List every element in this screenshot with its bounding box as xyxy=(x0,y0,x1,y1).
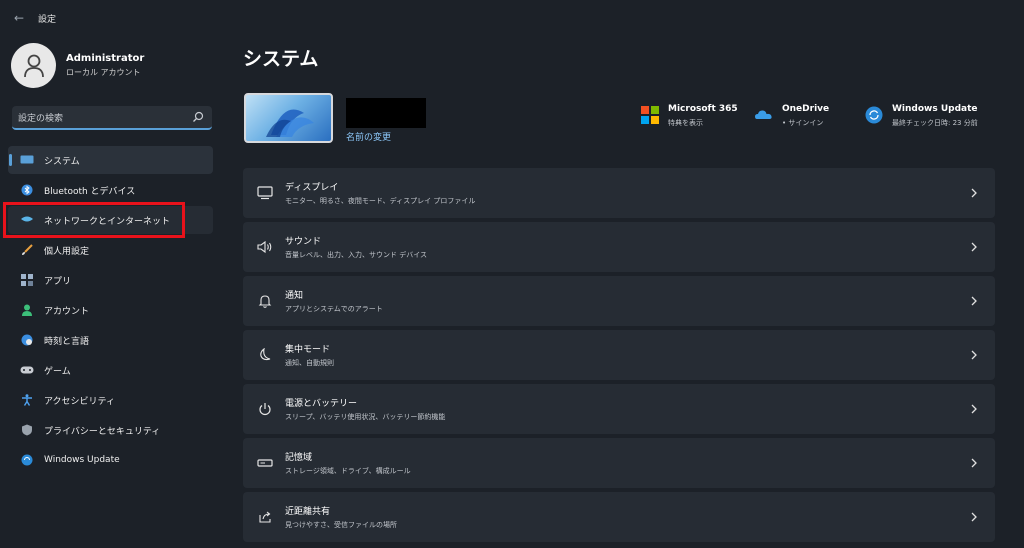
quick-link-title: Microsoft 365 xyxy=(668,104,738,114)
card-focus-assist[interactable]: 集中モード 通知、自動規則 xyxy=(243,330,995,380)
nav-item-apps[interactable]: アプリ xyxy=(8,266,213,294)
card-sound[interactable]: サウンド 音量レベル、出力、入力、サウンド デバイス xyxy=(243,222,995,272)
card-subtitle: 通知、自動規則 xyxy=(285,359,334,367)
power-icon xyxy=(257,401,273,417)
nav-item-accessibility[interactable]: アクセシビリティ xyxy=(8,386,213,414)
card-title: ディスプレイ xyxy=(285,183,339,193)
display-icon xyxy=(20,153,34,167)
nav-item-system[interactable]: システム xyxy=(8,146,213,174)
nav-item-accounts[interactable]: アカウント xyxy=(8,296,213,324)
card-subtitle: 見つけやすさ、受信ファイルの場所 xyxy=(285,521,397,529)
quick-link-onedrive[interactable]: OneDrive • サインイン xyxy=(755,104,829,128)
app-title: 設定 xyxy=(38,14,57,25)
profile[interactable]: Administrator ローカル アカウント xyxy=(11,43,144,88)
nav-label: Windows Update xyxy=(44,455,120,465)
accessibility-icon xyxy=(20,393,34,407)
nav-item-gaming[interactable]: ゲーム xyxy=(8,356,213,384)
main-content: システム 名前の変更 Microsoft 365 特典を表示 OneDrive … xyxy=(243,36,1003,548)
chevron-right-icon xyxy=(971,512,977,522)
account-type: ローカル アカウント xyxy=(66,68,141,77)
moon-icon xyxy=(257,347,273,363)
nav-label: ゲーム xyxy=(44,366,71,377)
card-title: 電源とバッテリー xyxy=(285,399,358,409)
settings-card-list: ディスプレイ モニター、明るさ、夜間モード、ディスプレイ プロファイル サウンド… xyxy=(243,168,995,546)
quick-link-title: Windows Update xyxy=(892,104,978,114)
highlight-annotation xyxy=(3,202,185,238)
nav-item-time-language[interactable]: 時刻と言語 xyxy=(8,326,213,354)
chevron-right-icon xyxy=(971,296,977,306)
apps-icon xyxy=(20,273,34,287)
quick-link-sub: • サインイン xyxy=(782,119,824,127)
microsoft365-icon xyxy=(641,106,659,124)
nav-label: 時刻と言語 xyxy=(44,336,90,347)
quick-link-title: OneDrive xyxy=(782,104,830,114)
card-title: 集中モード xyxy=(285,345,331,355)
card-storage[interactable]: 記憶域 ストレージ領域、ドライブ、構成ルール xyxy=(243,438,995,488)
card-display[interactable]: ディスプレイ モニター、明るさ、夜間モード、ディスプレイ プロファイル xyxy=(243,168,995,218)
search-box[interactable]: 設定の検索 xyxy=(12,106,212,130)
device-name-redacted xyxy=(346,98,426,128)
card-title: 通知 xyxy=(285,291,304,301)
card-power-battery[interactable]: 電源とバッテリー スリープ、バッテリ使用状況、バッテリー節約機能 xyxy=(243,384,995,434)
nav-label: 個人用設定 xyxy=(44,246,90,257)
back-button[interactable]: ← xyxy=(8,7,30,29)
card-subtitle: 音量レベル、出力、入力、サウンド デバイス xyxy=(285,251,428,259)
nav-item-personalization[interactable]: 個人用設定 xyxy=(8,236,213,264)
nav-label: アカウント xyxy=(44,306,90,317)
avatar xyxy=(11,43,56,88)
person-icon xyxy=(23,54,44,77)
monitor-icon xyxy=(257,185,273,201)
chevron-right-icon xyxy=(971,188,977,198)
chevron-right-icon xyxy=(971,242,977,252)
card-title: 近距離共有 xyxy=(285,507,331,517)
card-subtitle: スリープ、バッテリ使用状況、バッテリー節約機能 xyxy=(285,413,446,421)
rename-link[interactable]: 名前の変更 xyxy=(346,130,391,143)
nav-label: プライバシーとセキュリティ xyxy=(44,426,161,437)
card-notifications[interactable]: 通知 アプリとシステムでのアラート xyxy=(243,276,995,326)
card-nearby-sharing[interactable]: 近距離共有 見つけやすさ、受信ファイルの場所 xyxy=(243,492,995,542)
card-subtitle: アプリとシステムでのアラート xyxy=(285,305,383,313)
brush-icon xyxy=(20,243,34,257)
storage-icon xyxy=(257,455,273,471)
nav-label: システム xyxy=(44,156,80,167)
card-title: 記憶域 xyxy=(285,453,313,463)
search-icon[interactable] xyxy=(192,111,204,123)
speaker-icon xyxy=(257,239,273,255)
sidebar: Administrator ローカル アカウント 設定の検索 システム Blue… xyxy=(0,36,220,548)
windows-update-icon xyxy=(20,453,34,467)
profile-name: Administrator xyxy=(66,53,145,64)
quick-link-windows-update[interactable]: Windows Update 最終チェック日時: 23 分前 xyxy=(865,104,978,128)
chevron-right-icon xyxy=(971,458,977,468)
globe-clock-icon xyxy=(20,333,34,347)
search-input[interactable]: 設定の検索 xyxy=(18,111,192,124)
nav-label: Bluetooth とデバイス xyxy=(44,186,136,197)
nav-label: アクセシビリティ xyxy=(44,396,116,407)
quick-link-sub: 特典を表示 xyxy=(668,119,703,127)
shield-icon xyxy=(20,423,34,437)
share-icon xyxy=(257,509,273,525)
chevron-right-icon xyxy=(971,404,977,414)
nav-item-privacy[interactable]: プライバシーとセキュリティ xyxy=(8,416,213,444)
chevron-right-icon xyxy=(971,350,977,360)
onedrive-icon xyxy=(755,110,772,119)
person-icon xyxy=(20,303,34,317)
nav-list: システム Bluetooth とデバイス ネットワークとインターネット 個人用設… xyxy=(8,146,213,476)
quick-link-sub: 最終チェック日時: 23 分前 xyxy=(892,119,978,127)
title-bar: ← 設定 xyxy=(0,0,1024,36)
bluetooth-icon xyxy=(20,183,34,197)
nav-label: アプリ xyxy=(44,276,72,287)
bell-icon xyxy=(257,293,273,309)
windows-update-icon xyxy=(865,106,883,124)
quick-link-microsoft365[interactable]: Microsoft 365 特典を表示 xyxy=(641,104,738,128)
gamepad-icon xyxy=(20,363,34,377)
card-title: サウンド xyxy=(285,237,322,247)
card-subtitle: ストレージ領域、ドライブ、構成ルール xyxy=(285,467,411,475)
nav-item-windows-update[interactable]: Windows Update xyxy=(8,446,213,474)
page-title: システム xyxy=(243,48,319,70)
card-subtitle: モニター、明るさ、夜間モード、ディスプレイ プロファイル xyxy=(285,197,476,205)
nav-item-bluetooth[interactable]: Bluetooth とデバイス xyxy=(8,176,213,204)
device-thumbnail xyxy=(244,93,333,143)
